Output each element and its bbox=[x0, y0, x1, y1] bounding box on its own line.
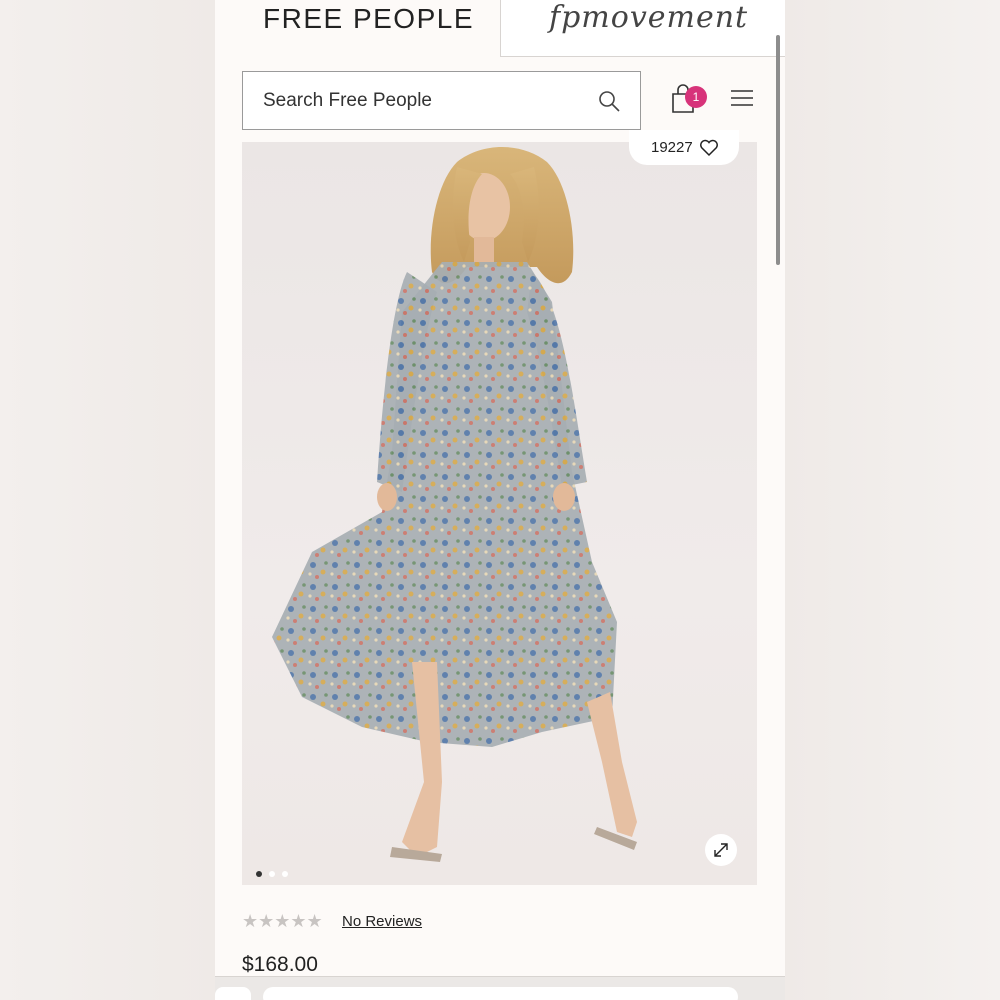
bottom-bar bbox=[215, 976, 785, 1000]
hamburger-menu-icon[interactable] bbox=[730, 88, 754, 108]
heart-icon bbox=[700, 139, 718, 157]
bottom-control-main[interactable] bbox=[263, 987, 738, 1000]
favorite-button[interactable]: 19227 bbox=[629, 130, 739, 165]
scrollbar[interactable] bbox=[776, 35, 780, 265]
background-left bbox=[0, 0, 215, 1000]
product-price: $168.00 bbox=[242, 953, 318, 976]
carousel-dot-1[interactable] bbox=[256, 871, 262, 877]
favorites-count: 19227 bbox=[651, 139, 693, 156]
mobile-page: FREE PEOPLE fpmovement 1 bbox=[215, 0, 785, 1000]
fp-movement-logo: fpmovement bbox=[549, 0, 749, 35]
fp-movement-tab[interactable]: fpmovement bbox=[500, 0, 785, 57]
expand-icon bbox=[714, 843, 728, 857]
brand-logo[interactable]: FREE PEOPLE bbox=[263, 3, 474, 35]
carousel-dots[interactable] bbox=[256, 864, 295, 882]
carousel-dot-2[interactable] bbox=[269, 871, 275, 877]
expand-image-button[interactable] bbox=[705, 834, 737, 866]
search-icon[interactable] bbox=[597, 89, 621, 113]
background-right bbox=[785, 0, 1000, 1000]
search-bar[interactable] bbox=[242, 71, 641, 130]
search-input[interactable] bbox=[263, 72, 593, 129]
model-illustration bbox=[272, 147, 637, 862]
no-reviews-link[interactable]: No Reviews bbox=[342, 913, 422, 930]
product-image[interactable] bbox=[242, 142, 757, 885]
rating-stars: ★★★★★ bbox=[242, 911, 323, 931]
carousel-dot-3[interactable] bbox=[282, 871, 288, 877]
cart-count-badge[interactable]: 1 bbox=[685, 86, 707, 108]
brand-row: FREE PEOPLE fpmovement bbox=[215, 0, 785, 57]
bottom-control-left[interactable] bbox=[215, 987, 251, 1000]
